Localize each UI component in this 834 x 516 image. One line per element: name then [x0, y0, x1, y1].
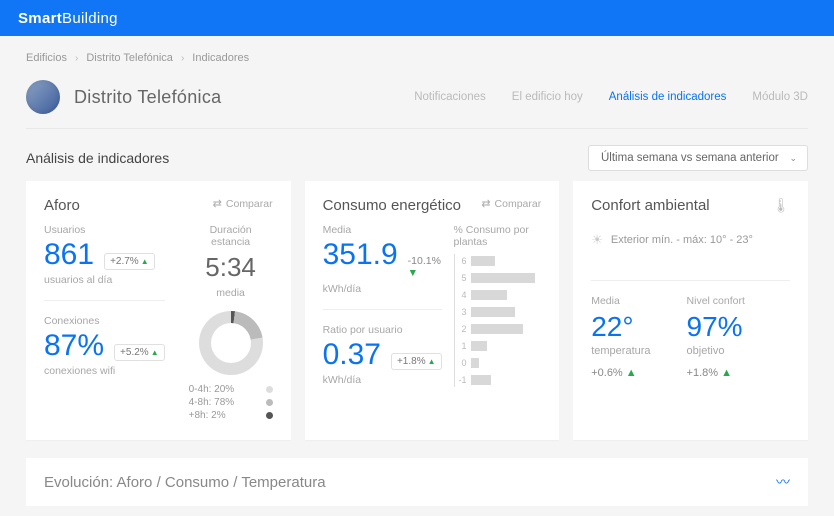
- card-aforo: Aforo Comparar Usuarios 861 +2.7%▲ usuar…: [26, 181, 291, 440]
- energy-media-delta: -10.1%: [408, 255, 441, 267]
- stay-legend: 0-4h: 20% 4-8h: 78% +8h: 2%: [189, 383, 273, 422]
- users-unit: usuarios al día: [44, 274, 165, 286]
- metric-label: Ratio por usuario: [323, 324, 442, 336]
- users-delta: +2.7%▲: [104, 253, 155, 270]
- stay-value: 5:34: [189, 252, 273, 283]
- main-tabs: Notificaciones El edificio hoy Análisis …: [414, 91, 808, 103]
- breadcrumb-item[interactable]: Distrito Telefónica: [86, 52, 173, 64]
- connections-value: 87%: [44, 331, 104, 361]
- app-topbar: SmartBuilding: [0, 0, 834, 36]
- stay-donut-chart: [199, 311, 263, 375]
- temperature-value: 22°: [591, 311, 650, 343]
- temperature-delta: +0.6% ▲: [591, 367, 650, 379]
- evolution-title: Evolución: Aforo / Consumo / Temperatura: [44, 474, 326, 491]
- section-title: Análisis de indicadores: [26, 150, 169, 166]
- energy-ratio-delta: +1.8%▲: [391, 353, 442, 370]
- metric-label: Duración estancia: [189, 224, 273, 248]
- thermometer-icon: 🌡: [772, 197, 790, 214]
- metric-label: Nivel confort: [687, 295, 745, 307]
- plant-consumption-chart: 6543210-1: [454, 254, 542, 387]
- exterior-range: Exterior mín. - máx: 10° - 23°: [611, 234, 753, 246]
- chevron-right-icon: ›: [181, 53, 184, 64]
- card-title: Consumo energético: [323, 197, 461, 214]
- breadcrumb: Edificios › Distrito Telefónica › Indica…: [26, 46, 808, 74]
- energy-media-unit: kWh/día: [323, 283, 442, 295]
- compare-button[interactable]: Comparar: [481, 197, 541, 210]
- tab-modulo-3d[interactable]: Módulo 3D: [752, 91, 808, 103]
- metric-label: Usuarios: [44, 224, 165, 236]
- metric-label: Media: [591, 295, 650, 307]
- tab-notificaciones[interactable]: Notificaciones: [414, 91, 486, 103]
- chevron-down-icon: ⌄: [789, 153, 797, 164]
- stay-unit: media: [189, 287, 273, 299]
- users-value: 861: [44, 240, 94, 270]
- metric-label: Media: [323, 224, 442, 236]
- comfort-level-delta: +1.8% ▲: [687, 367, 745, 379]
- energy-ratio-unit: kWh/día: [323, 374, 442, 386]
- brand-bold: Smart: [18, 10, 62, 27]
- energy-media-value: 351.9: [323, 240, 398, 270]
- card-energia: Consumo energético Comparar Media 351.9 …: [305, 181, 560, 440]
- breadcrumb-item[interactable]: Edificios: [26, 52, 67, 64]
- range-select[interactable]: Última semana vs semana anterior ⌄: [588, 145, 808, 171]
- chevron-right-icon: ›: [75, 53, 78, 64]
- building-logo-icon: [26, 80, 60, 114]
- energy-ratio-value: 0.37: [323, 340, 381, 370]
- connections-unit: conexiones wifi: [44, 365, 165, 377]
- comfort-level-value: 97%: [687, 311, 745, 343]
- chart-line-icon: 〰: [776, 472, 790, 492]
- tab-edificio-hoy[interactable]: El edificio hoy: [512, 91, 583, 103]
- card-title: Confort ambiental: [591, 197, 709, 214]
- connections-delta: +5.2%▲: [114, 344, 165, 361]
- card-confort: Confort ambiental 🌡 ☀ Exterior mín. - má…: [573, 181, 808, 440]
- sun-icon: ☀: [591, 232, 603, 248]
- tab-analisis-indicadores[interactable]: Análisis de indicadores: [609, 91, 727, 103]
- plant-chart-title: % Consumo por plantas: [454, 224, 542, 248]
- card-title: Aforo: [44, 197, 80, 214]
- comfort-level-unit: objetivo: [687, 345, 745, 357]
- page-title: Distrito Telefónica: [74, 87, 221, 108]
- range-select-value: Última semana vs semana anterior: [601, 152, 779, 164]
- metric-label: Conexiones: [44, 315, 165, 327]
- breadcrumb-item[interactable]: Indicadores: [192, 52, 249, 64]
- compare-button[interactable]: Comparar: [213, 197, 273, 210]
- temperature-unit: temperatura: [591, 345, 650, 357]
- brand-light: Building: [62, 10, 118, 27]
- evolution-panel[interactable]: Evolución: Aforo / Consumo / Temperatura…: [26, 458, 808, 506]
